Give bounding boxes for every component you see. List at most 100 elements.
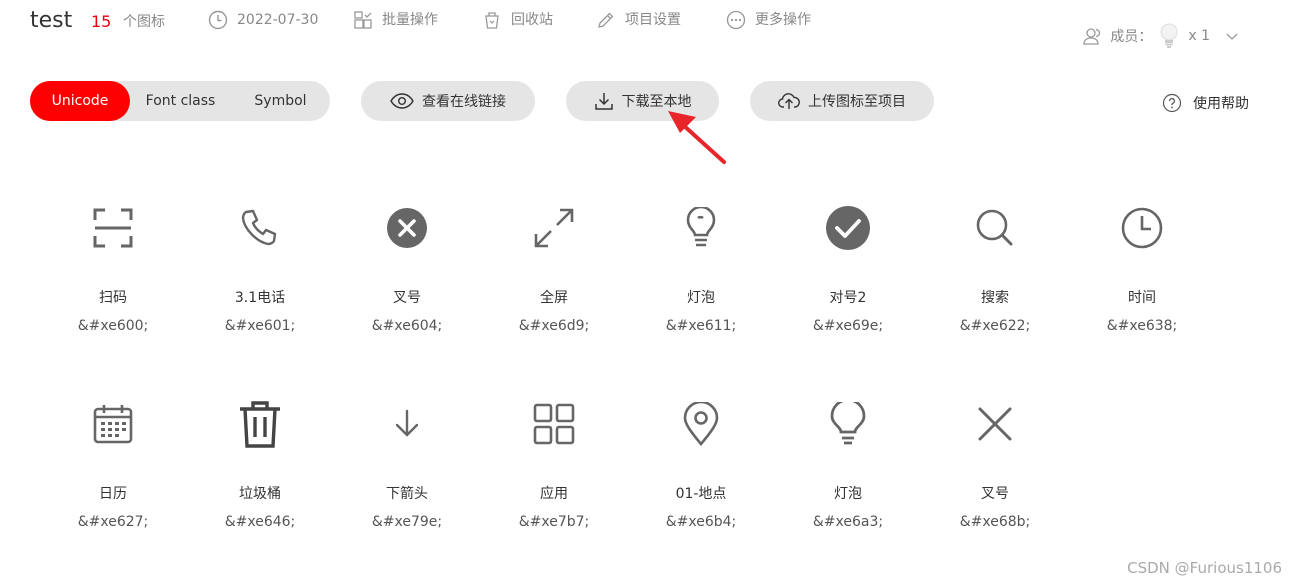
icon-code: &#xe601; (224, 318, 296, 334)
more-ops-label: 更多操作 (755, 12, 811, 28)
view-online-link-button[interactable]: 查看在线链接 (361, 81, 535, 121)
clock-icon (1121, 207, 1163, 249)
icon-code: &#xe69e; (812, 318, 884, 334)
icon-code: &#xe6a3; (812, 514, 884, 530)
members-icon (1083, 28, 1101, 45)
icon-name: 搜索 (981, 290, 1009, 306)
eye-icon (390, 93, 414, 109)
icon-card[interactable]: 3.1电话 &#xe601; (200, 200, 320, 336)
members-count: x 1 (1188, 28, 1210, 44)
icon-name: 01-地点 (675, 486, 727, 502)
icon-card[interactable]: 搜索 &#xe622; (935, 200, 1055, 336)
icon-name: 叉号 (981, 486, 1009, 502)
icon-card[interactable]: 灯泡 &#xe611; (641, 200, 761, 336)
icon-code: &#xe6d9; (518, 318, 590, 334)
help-label: 使用帮助 (1193, 96, 1249, 112)
phone-icon (241, 209, 277, 246)
icon-code: &#xe611; (665, 318, 737, 334)
icon-code: &#xe622; (959, 318, 1031, 334)
icon-card[interactable]: 灯泡 &#xe6a3; (788, 396, 908, 532)
icon-name: 日历 (99, 486, 127, 502)
tab-font-class[interactable]: Font class (130, 81, 231, 121)
download-icon (594, 93, 613, 110)
icon-card[interactable]: 对号2 &#xe69e; (788, 200, 908, 336)
icon-count: 15 (91, 12, 112, 31)
scan-icon (93, 208, 133, 248)
apps-grid-icon (533, 403, 575, 445)
icon-card[interactable]: 全屏 &#xe6d9; (494, 200, 614, 336)
clock-icon (208, 10, 228, 30)
icon-name: 叉号 (393, 290, 421, 306)
icon-name: 全屏 (540, 290, 568, 306)
icon-card[interactable]: 时间 &#xe638; (1082, 200, 1202, 336)
recycle-bin-label: 回收站 (511, 12, 553, 28)
search-icon (976, 209, 1013, 246)
icon-code: &#xe638; (1106, 318, 1178, 334)
icon-name: 扫码 (99, 290, 127, 306)
icon-name: 下箭头 (386, 486, 428, 502)
icon-card[interactable]: 叉号 &#xe68b; (935, 396, 1055, 532)
project-name: test (30, 8, 73, 33)
annotation-arrow-icon (668, 111, 726, 164)
batch-ops-label: 批量操作 (382, 12, 438, 28)
icon-card[interactable]: 日历 &#xe627; (53, 396, 173, 532)
location-pin-icon (683, 402, 719, 446)
batch-ops-link[interactable]: 批量操作 (353, 10, 438, 30)
members-info[interactable]: 成员： x 1 (1082, 22, 1246, 50)
top-bar: test 15 个图标 2022-07-30 批量操作 回收站 项目设置 更多操… (0, 0, 1298, 48)
icon-card[interactable]: 叉号 &#xe604; (347, 200, 467, 336)
recycle-bin-link[interactable]: 回收站 (482, 10, 553, 30)
icon-code: &#xe68b; (959, 514, 1031, 530)
tab-symbol[interactable]: Symbol (231, 81, 330, 121)
members-label: 成员： (1110, 29, 1153, 45)
icon-code: &#xe6b4; (665, 514, 737, 530)
more-icon (726, 10, 746, 30)
icon-card[interactable]: 01-地点 &#xe6b4; (641, 396, 761, 532)
icon-card[interactable]: 垃圾桶 &#xe646; (200, 396, 320, 532)
lightbulb-icon (686, 207, 716, 247)
lightbulb-outline-icon (830, 402, 866, 445)
view-online-link-label: 查看在线链接 (422, 94, 506, 110)
icon-name: 灯泡 (687, 290, 715, 306)
close-icon (978, 407, 1012, 441)
help-link[interactable]: 使用帮助 (1162, 93, 1249, 113)
close-circle-icon (387, 208, 427, 248)
check-circle-icon (826, 206, 870, 250)
icon-count-label: 个图标 (123, 14, 165, 30)
icon-code: &#xe646; (224, 514, 296, 530)
icon-code: &#xe627; (77, 514, 149, 530)
member-avatar (1160, 23, 1178, 48)
chevron-down-icon (1226, 33, 1238, 40)
cloud-upload-icon (778, 93, 800, 109)
icon-card[interactable]: 扫码 &#xe600; (53, 200, 173, 336)
icon-code: &#xe604; (371, 318, 443, 334)
fullscreen-icon (534, 208, 574, 248)
icon-name: 垃圾桶 (239, 486, 281, 502)
upload-icons-button[interactable]: 上传图标至项目 (750, 81, 934, 121)
trash-icon (240, 401, 280, 448)
icon-name: 灯泡 (834, 486, 862, 502)
icon-card[interactable]: 应用 &#xe7b7; (494, 396, 614, 532)
icon-name: 时间 (1128, 290, 1156, 306)
icon-code: &#xe79e; (371, 514, 443, 530)
arrow-down-icon (395, 409, 419, 437)
more-ops-link[interactable]: 更多操作 (726, 10, 811, 30)
icon-name: 对号2 (829, 290, 867, 306)
help-icon (1162, 93, 1182, 113)
upload-icons-label: 上传图标至项目 (808, 94, 906, 110)
icon-code: &#xe7b7; (518, 514, 590, 530)
recycle-bin-icon (485, 12, 499, 29)
icon-card[interactable]: 下箭头 &#xe79e; (347, 396, 467, 532)
icon-name: 3.1电话 (234, 290, 286, 306)
watermark: CSDN @Furious1106 (1127, 559, 1282, 577)
project-settings-link[interactable]: 项目设置 (596, 10, 681, 30)
icon-code: &#xe600; (77, 318, 149, 334)
format-tabs: Unicode Font class Symbol (30, 81, 330, 121)
tab-unicode[interactable]: Unicode (30, 81, 130, 121)
calendar-icon (93, 405, 133, 444)
date-text: 2022-07-30 (237, 12, 319, 28)
pencil-icon (598, 12, 614, 28)
batch-icon (354, 11, 372, 29)
project-settings-label: 项目设置 (625, 12, 681, 28)
date-info: 2022-07-30 (208, 10, 318, 30)
